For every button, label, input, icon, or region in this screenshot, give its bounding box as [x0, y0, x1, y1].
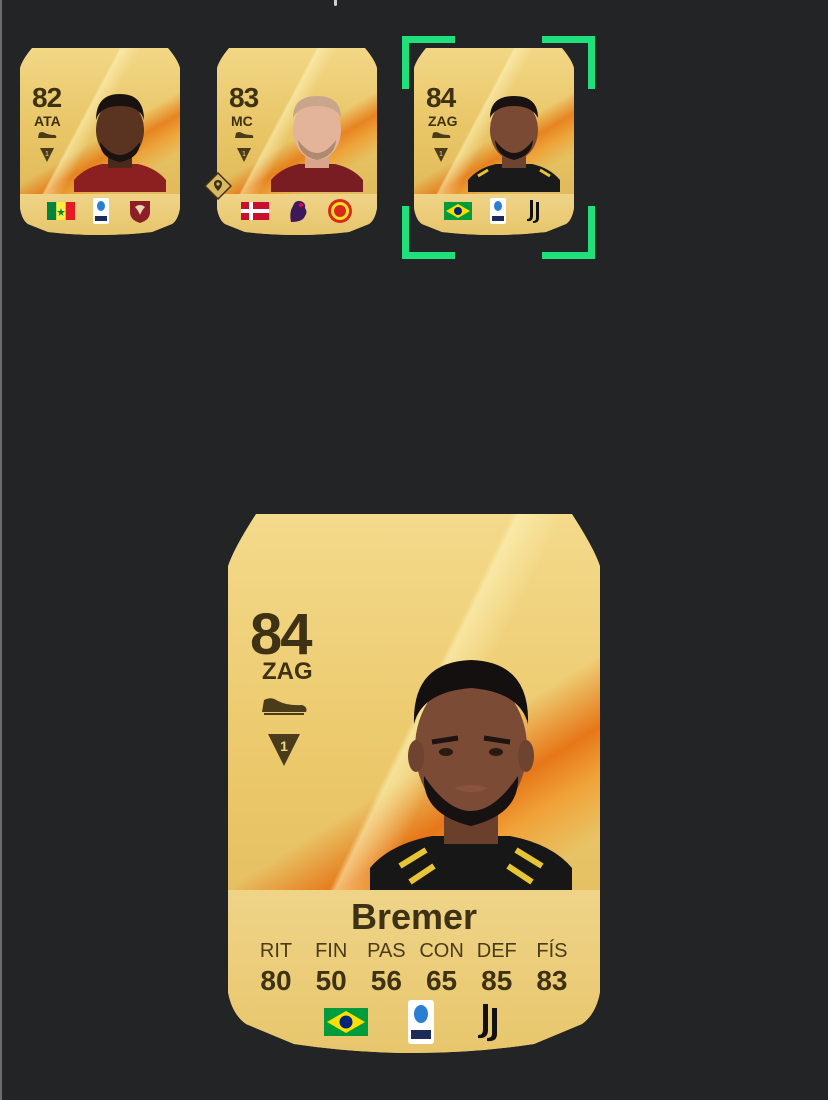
player-position: MC — [231, 113, 253, 129]
serie-a-logo-icon — [490, 198, 506, 224]
player-photo — [370, 638, 572, 890]
stat-passing: PAS 56 — [360, 940, 412, 997]
serie-a-logo-icon — [93, 198, 109, 224]
selection-corner-bottom-right — [542, 206, 595, 259]
brazil-flag-icon — [324, 1008, 368, 1036]
stat-label: RIT — [259, 940, 293, 962]
stat-value: 65 — [425, 965, 458, 996]
stat-value: 50 — [315, 965, 347, 996]
manchester-united-crest-icon — [327, 198, 353, 224]
chemistry-value: 1 — [242, 151, 246, 158]
stat-label: FIN — [315, 940, 348, 962]
juventus-crest-icon — [524, 198, 544, 224]
card-badges — [20, 198, 180, 224]
player-position: ZAG — [262, 658, 313, 685]
premier-league-logo-icon — [287, 198, 309, 224]
chemistry-icon: 1 — [268, 734, 300, 766]
chemistry-icon: 1 — [434, 148, 448, 162]
denmark-flag-icon — [241, 202, 269, 220]
chemistry-value: 1 — [45, 151, 49, 158]
selection-corner-top-right — [542, 36, 595, 89]
stat-value: 85 — [481, 965, 513, 996]
player-position: ZAG — [428, 113, 458, 129]
selection-corner-bottom-left — [402, 206, 455, 259]
player-rating: 83 — [229, 82, 259, 113]
location-pin-icon — [204, 172, 232, 200]
stat-shooting: FIN 50 — [305, 940, 357, 997]
player-card-1[interactable]: 82 ATA 1 — [20, 48, 180, 238]
stat-dribbling: CON 65 — [416, 940, 468, 997]
player-rating: 84 — [250, 602, 311, 667]
player-photo — [271, 84, 363, 192]
chemistry-value: 1 — [280, 738, 288, 754]
card-badges — [217, 198, 377, 224]
scroll-indicator — [334, 0, 337, 6]
panel-left-border — [0, 0, 2, 1100]
stat-label: CON — [419, 940, 464, 962]
player-position: ATA — [34, 113, 61, 129]
player-detail-card: 84 ZAG 1 Bremer RIT 80 FIN 50 PAS 56 CON… — [228, 514, 600, 1076]
stat-label: FÍS — [536, 940, 568, 962]
player-photo — [468, 84, 560, 192]
chemistry-icon: 1 — [237, 148, 251, 162]
chemistry-icon: 1 — [40, 148, 54, 162]
stat-value: 80 — [260, 965, 292, 996]
salernitana-crest-icon — [127, 198, 153, 224]
player-rating: 82 — [32, 82, 62, 113]
selection-corner-top-left — [402, 36, 455, 89]
stat-physical: FÍS 83 — [526, 940, 578, 997]
player-card-2[interactable]: 83 MC 1 — [217, 48, 377, 238]
boot-icon — [431, 130, 451, 140]
stat-label: PAS — [367, 940, 406, 962]
boot-icon — [260, 694, 308, 716]
juventus-crest-icon — [474, 1002, 504, 1042]
boot-icon — [37, 130, 57, 140]
chemistry-value: 1 — [439, 151, 443, 158]
stat-pace: RIT 80 — [250, 940, 302, 997]
senegal-flag-icon — [47, 202, 75, 220]
boot-icon — [234, 130, 254, 140]
player-photo — [74, 84, 166, 192]
player-name: Bremer — [350, 896, 478, 937]
stat-value: 56 — [370, 965, 402, 996]
stat-label: DEF — [476, 940, 517, 962]
stat-defending: DEF 85 — [471, 940, 523, 997]
serie-a-logo-icon — [408, 1000, 434, 1044]
card-badges — [228, 1000, 600, 1044]
stat-value: 83 — [536, 965, 568, 996]
player-stats: RIT 80 FIN 50 PAS 56 CON 65 DEF 85 FÍS 8… — [250, 940, 578, 997]
